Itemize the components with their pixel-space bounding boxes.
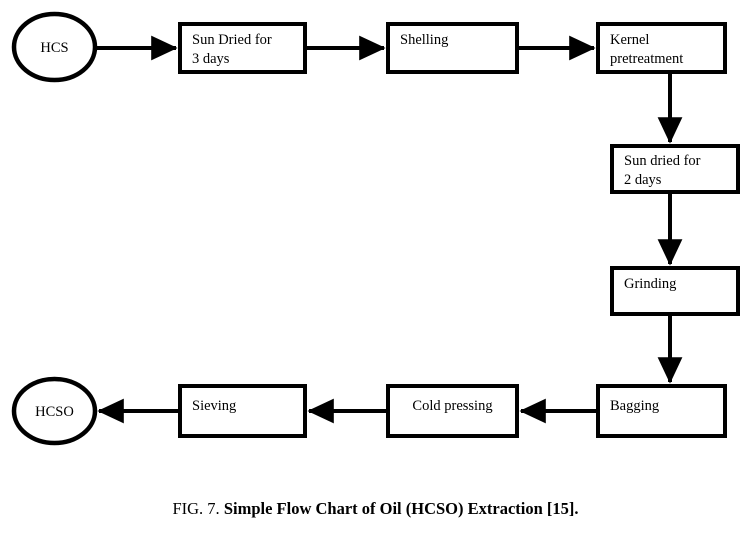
hcso-label: HCSO (35, 404, 74, 420)
node-hcso[interactable]: HCSO (11, 376, 98, 446)
grinding-label: Grinding (624, 276, 676, 292)
node-grinding[interactable]: Grinding (610, 266, 740, 316)
node-sun-dried-3-days[interactable]: Sun Dried for 3 days (178, 22, 307, 74)
sun-dried-2-days-label-line1: Sun dried for (624, 153, 701, 169)
figure-container: HCS Sun Dried for 3 days Shelling Kernel… (0, 0, 751, 537)
node-kernel-pretreatment[interactable]: Kernel pretreatment (596, 22, 727, 74)
shelling-label: Shelling (400, 32, 448, 48)
kernel-pretreatment-label-line1: Kernel (610, 32, 649, 48)
sun-dried-3-days-label-line2: 3 days (192, 51, 230, 67)
node-bagging[interactable]: Bagging (596, 384, 727, 438)
sieving-label: Sieving (192, 398, 236, 414)
figure-caption: FIG. 7. Simple Flow Chart of Oil (HCSO) … (0, 498, 751, 520)
bagging-label: Bagging (610, 398, 659, 414)
kernel-pretreatment-label-line2: pretreatment (610, 51, 683, 67)
flowchart-canvas: HCS Sun Dried for 3 days Shelling Kernel… (11, 11, 740, 446)
node-shelling[interactable]: Shelling (386, 22, 519, 74)
figure-caption-title: Simple Flow Chart of Oil (HCSO) Extracti… (223, 499, 579, 518)
hcs-label: HCS (40, 40, 68, 56)
node-hcs[interactable]: HCS (11, 11, 98, 83)
figure-caption-label: FIG. 7. (172, 499, 220, 518)
cold-pressing-label: Cold pressing (412, 398, 492, 414)
node-cold-pressing[interactable]: Cold pressing (386, 384, 519, 438)
sun-dried-3-days-label-line1: Sun Dried for (192, 32, 272, 48)
node-sun-dried-2-days[interactable]: Sun dried for 2 days (610, 144, 740, 194)
sun-dried-2-days-label-line2: 2 days (624, 172, 662, 188)
edge-group (96, 35, 683, 424)
node-sieving[interactable]: Sieving (178, 384, 307, 438)
